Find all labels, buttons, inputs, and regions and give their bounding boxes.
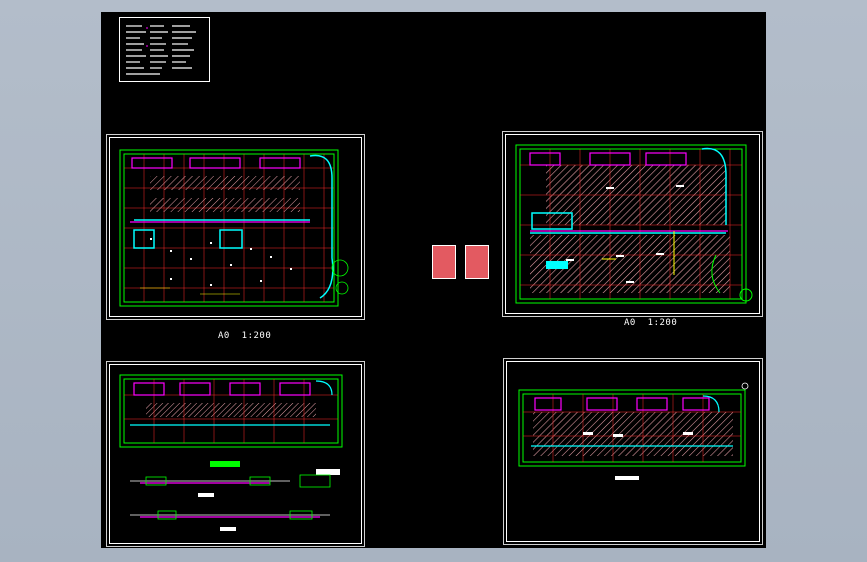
top-right-scale-caption: A0 1:200 bbox=[624, 318, 678, 328]
floor-plan-graphic bbox=[515, 144, 753, 304]
cad-drawing-canvas[interactable]: A0 1:200 A0 1:200 bbox=[101, 12, 766, 548]
legend-lines bbox=[126, 25, 196, 75]
floor-plan-graphic bbox=[119, 374, 343, 531]
floor-plan-bottom-left[interactable] bbox=[109, 364, 362, 544]
floor-plan-top-left[interactable] bbox=[109, 137, 362, 317]
sheet-thumbnail-1[interactable] bbox=[432, 245, 456, 279]
floor-plan-graphic bbox=[119, 149, 349, 307]
floor-plan-graphic bbox=[518, 382, 749, 480]
top-left-scale-caption: A0 1:200 bbox=[218, 331, 272, 341]
legend-notes-block[interactable] bbox=[119, 17, 210, 82]
floor-plan-bottom-right[interactable] bbox=[506, 361, 760, 542]
sheet-thumbnail-2[interactable] bbox=[465, 245, 489, 279]
floor-plan-top-right[interactable] bbox=[505, 134, 760, 314]
